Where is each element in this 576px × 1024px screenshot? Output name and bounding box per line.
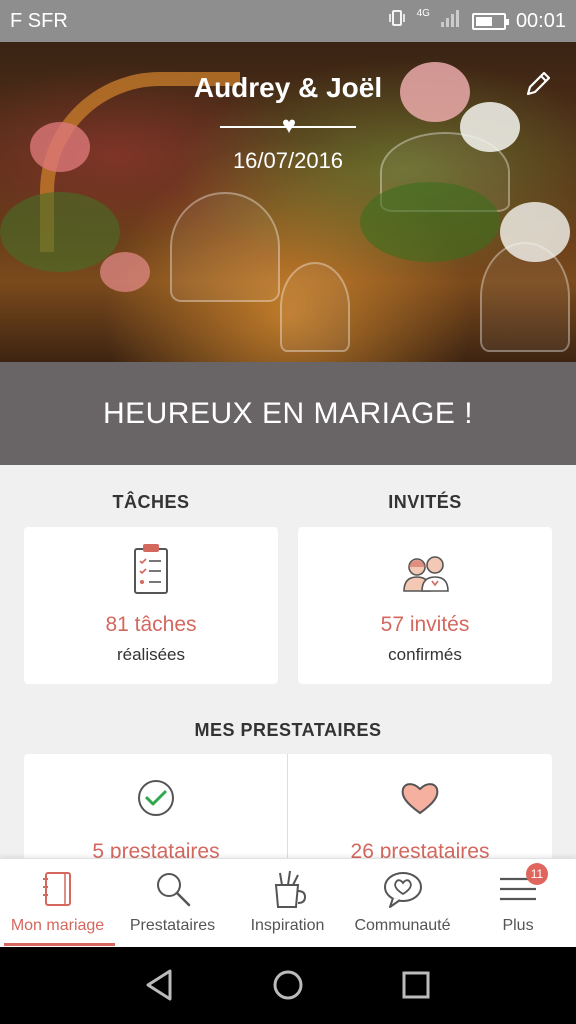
guests-count: 57 invités: [380, 613, 470, 636]
pencil-cup-icon: [266, 867, 310, 911]
hero-photo-glass: [280, 262, 350, 352]
hero-photo-foliage: [360, 182, 500, 262]
check-circle-icon: [134, 776, 178, 820]
bottom-tab-bar: Mon mariage Prestataires Inspiration Com…: [0, 858, 576, 947]
tab-prestataires[interactable]: Prestataires: [115, 859, 230, 948]
couple-icon: [395, 541, 455, 597]
signal-icon: [440, 8, 462, 34]
status-banner: HEUREUX EN MARIAGE !: [0, 362, 576, 465]
tab-inspiration[interactable]: Inspiration: [230, 859, 345, 948]
vendors-card: 5 prestataires 26 prestataires: [24, 754, 552, 864]
vibrate-icon: [387, 8, 407, 34]
tab-label: Prestataires: [129, 917, 216, 934]
tasks-section-title: TÂCHES: [112, 492, 190, 512]
guests-card[interactable]: 57 invités confirmés: [298, 527, 552, 684]
back-button[interactable]: [140, 965, 180, 1005]
search-icon: [151, 867, 195, 911]
recents-button[interactable]: [396, 965, 436, 1005]
tab-label: Inspiration: [250, 917, 325, 934]
hero-photo-flower: [500, 202, 570, 262]
pencil-icon: [526, 71, 551, 96]
clock: 00:01: [515, 9, 566, 32]
recents-square-icon: [402, 971, 430, 999]
hero-photo-foliage: [0, 192, 120, 272]
hero-header: Audrey & Joël ♥ 16/07/2016: [0, 42, 576, 362]
notification-badge: 11: [526, 863, 548, 885]
hero-photo-flower: [460, 102, 520, 152]
heart-icon: [398, 776, 442, 820]
tab-mon-mariage[interactable]: Mon mariage: [0, 859, 115, 948]
vendors-section-title: MES PRESTATAIRES: [194, 720, 382, 740]
edit-button[interactable]: [522, 68, 554, 100]
system-nav-bar: [0, 947, 576, 1024]
tab-label: Communauté: [354, 917, 451, 934]
heart-icon: ♥: [281, 112, 297, 139]
booked-vendors-cell[interactable]: 5 prestataires: [24, 754, 288, 864]
tab-communaute[interactable]: Communauté: [345, 859, 460, 948]
carrier-name: F SFR: [10, 9, 68, 32]
tab-label: Mon mariage: [10, 917, 105, 934]
tasks-card[interactable]: 81 tâches réalisées: [24, 527, 278, 684]
status-bar: F SFR 4G 00:01: [0, 0, 576, 42]
guests-subtitle: confirmés: [388, 645, 462, 664]
hero-photo-flower: [100, 252, 150, 292]
chat-heart-icon: [381, 867, 425, 911]
notebook-icon: [36, 867, 80, 911]
home-button[interactable]: [268, 965, 308, 1005]
couple-names: Audrey & Joël: [193, 72, 383, 103]
checklist-icon: [121, 541, 181, 597]
tasks-subtitle: réalisées: [116, 645, 186, 664]
hero-photo-glass: [170, 192, 280, 302]
network-type: 4G: [416, 7, 430, 19]
tasks-count: 81 tâches: [105, 613, 197, 636]
tab-label: Plus: [502, 917, 534, 934]
wedding-date: 16/07/2016: [232, 148, 344, 173]
tab-plus[interactable]: 11 Plus: [460, 859, 576, 948]
guests-section-title: INVITÉS: [388, 492, 462, 512]
battery-icon: [471, 12, 509, 30]
home-circle-icon: [273, 970, 303, 1000]
favorite-vendors-cell[interactable]: 26 prestataires: [288, 754, 552, 864]
back-triangle-icon: [146, 969, 172, 1001]
